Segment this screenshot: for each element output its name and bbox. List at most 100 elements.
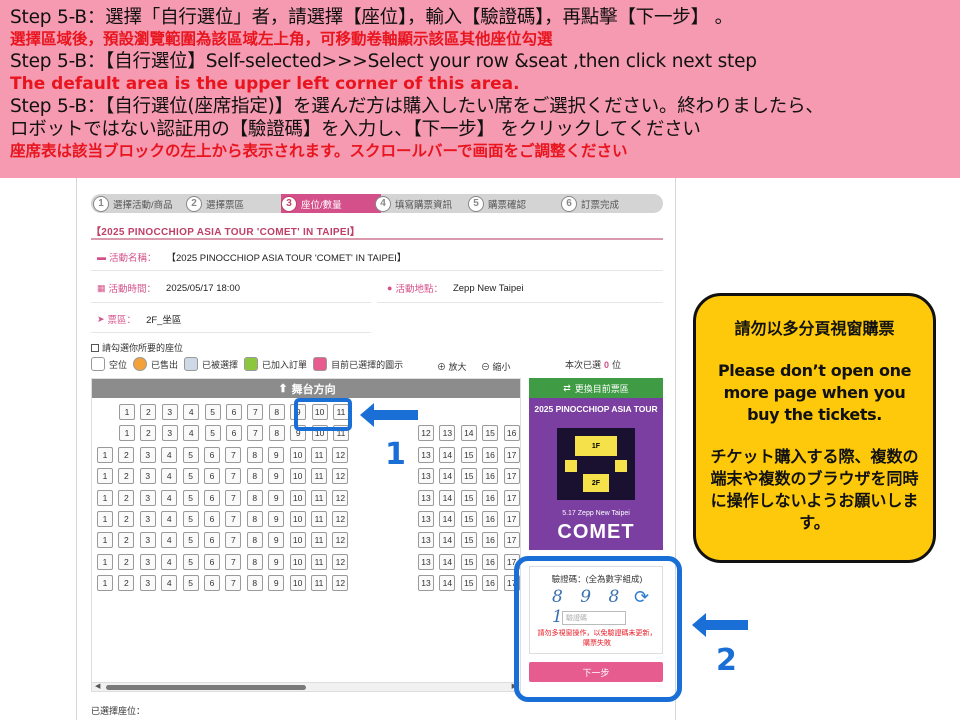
- seat[interactable]: 8: [246, 446, 263, 463]
- seat[interactable]: 8: [246, 511, 263, 527]
- seat[interactable]: 5: [204, 425, 221, 442]
- seat[interactable]: 9: [268, 553, 285, 570]
- seat[interactable]: 10: [289, 511, 306, 527]
- seat[interactable]: 12: [332, 553, 349, 570]
- seat[interactable]: 15: [460, 575, 477, 592]
- seat[interactable]: 5: [182, 446, 199, 463]
- seat[interactable]: 12: [332, 489, 349, 506]
- seat[interactable]: 1: [97, 446, 113, 463]
- seat[interactable]: 14: [439, 489, 456, 506]
- seat[interactable]: 7: [225, 468, 242, 485]
- seat[interactable]: 5: [182, 511, 199, 527]
- seat[interactable]: 11: [311, 489, 327, 506]
- seat[interactable]: 7: [225, 532, 242, 549]
- seat[interactable]: 3: [161, 404, 178, 420]
- seat[interactable]: 6: [204, 446, 220, 463]
- seat[interactable]: 6: [204, 553, 220, 570]
- seat[interactable]: 16: [482, 532, 499, 549]
- seat[interactable]: 1: [97, 511, 113, 527]
- seat[interactable]: 15: [460, 553, 477, 570]
- seat[interactable]: 7: [225, 511, 242, 527]
- seat[interactable]: 15: [460, 489, 477, 506]
- scroll-left-icon[interactable]: ◀: [95, 682, 100, 690]
- seat[interactable]: 15: [482, 425, 499, 442]
- seat[interactable]: 3: [139, 553, 156, 570]
- seat[interactable]: 10: [289, 446, 306, 463]
- seat[interactable]: 5: [182, 468, 199, 485]
- seat[interactable]: 14: [439, 446, 456, 463]
- seat[interactable]: 2: [118, 489, 135, 506]
- seat[interactable]: 8: [246, 489, 263, 506]
- seat[interactable]: 13: [418, 489, 434, 506]
- seat[interactable]: 12: [332, 532, 349, 549]
- seat[interactable]: 6: [204, 532, 220, 549]
- seat[interactable]: 17: [503, 532, 520, 549]
- seat[interactable]: 12: [332, 511, 349, 527]
- seat[interactable]: 16: [482, 511, 499, 527]
- seat[interactable]: 12: [332, 446, 349, 463]
- seat[interactable]: 13: [418, 446, 434, 463]
- seat[interactable]: 2: [118, 468, 135, 485]
- seat[interactable]: 15: [460, 446, 477, 463]
- seat[interactable]: 9: [268, 532, 285, 549]
- seat[interactable]: 13: [418, 575, 434, 592]
- seat[interactable]: 16: [482, 489, 499, 506]
- seat[interactable]: 1: [97, 532, 113, 549]
- seat[interactable]: 8: [246, 468, 263, 485]
- seat[interactable]: 1: [97, 553, 113, 570]
- seat[interactable]: 8: [246, 532, 263, 549]
- seat[interactable]: 2: [140, 425, 157, 442]
- seat[interactable]: 7: [247, 404, 264, 420]
- seat[interactable]: 3: [139, 532, 156, 549]
- seat[interactable]: 4: [183, 425, 200, 442]
- seat[interactable]: 3: [139, 489, 156, 506]
- seat[interactable]: 2: [118, 532, 135, 549]
- seat[interactable]: 9: [268, 489, 285, 506]
- zoom-in-button[interactable]: ⊕ 放大: [437, 360, 467, 373]
- seat[interactable]: 6: [204, 575, 220, 592]
- seat[interactable]: 9: [268, 446, 285, 463]
- seat[interactable]: 5: [182, 553, 199, 570]
- seat[interactable]: 17: [503, 446, 520, 463]
- seat[interactable]: 11: [311, 532, 327, 549]
- seat[interactable]: 13: [418, 511, 434, 527]
- seat[interactable]: 5: [204, 404, 221, 420]
- seat[interactable]: 14: [439, 511, 456, 527]
- seat[interactable]: 13: [418, 532, 434, 549]
- seat[interactable]: 4: [161, 468, 178, 485]
- seat[interactable]: 10: [289, 575, 306, 592]
- seat[interactable]: 5: [182, 489, 199, 506]
- seat[interactable]: 10: [289, 468, 306, 485]
- seat[interactable]: 12: [332, 468, 349, 485]
- seat[interactable]: 2: [118, 446, 135, 463]
- seat[interactable]: 7: [225, 575, 242, 592]
- seat[interactable]: 8: [268, 404, 285, 420]
- seat[interactable]: 12: [332, 575, 349, 592]
- seat[interactable]: 16: [482, 446, 499, 463]
- seat[interactable]: 10: [289, 489, 306, 506]
- seat[interactable]: 17: [503, 511, 520, 527]
- scrollbar-thumb[interactable]: [106, 685, 306, 690]
- seat[interactable]: 14: [439, 575, 456, 592]
- seat[interactable]: 4: [161, 553, 178, 570]
- seat[interactable]: 14: [439, 553, 456, 570]
- seat[interactable]: 14: [439, 468, 456, 485]
- seat[interactable]: 4: [161, 489, 178, 506]
- seat[interactable]: 3: [161, 425, 178, 442]
- seat[interactable]: 8: [268, 425, 285, 442]
- seat[interactable]: 14: [460, 425, 477, 442]
- seat[interactable]: 10: [289, 532, 306, 549]
- seat[interactable]: 1: [97, 575, 113, 592]
- seat[interactable]: 13: [439, 425, 456, 442]
- seat[interactable]: 3: [139, 511, 156, 527]
- seat[interactable]: 3: [139, 575, 156, 592]
- seat[interactable]: 6: [204, 511, 220, 527]
- seat[interactable]: 17: [503, 489, 520, 506]
- seat[interactable]: 17: [503, 468, 520, 485]
- seat[interactable]: 4: [161, 446, 178, 463]
- seat[interactable]: 11: [311, 511, 327, 527]
- seat[interactable]: 5: [182, 532, 199, 549]
- seat[interactable]: 9: [268, 468, 285, 485]
- seat[interactable]: 7: [247, 425, 264, 442]
- seat[interactable]: 15: [460, 511, 477, 527]
